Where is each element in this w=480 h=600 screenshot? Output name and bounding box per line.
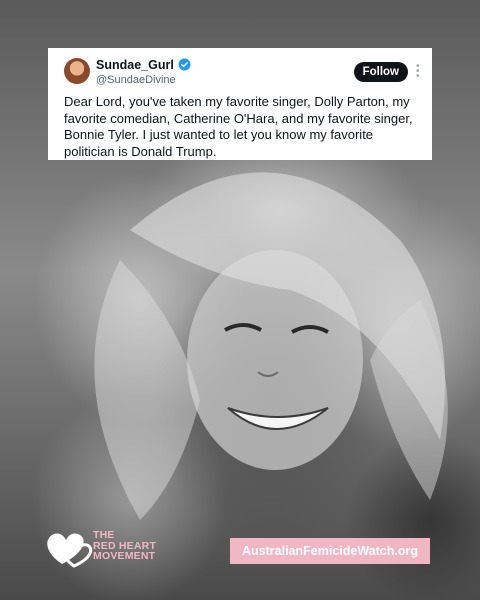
tweet-header: Sundae_Gurl @SundaeDivine Follow • • • bbox=[64, 56, 420, 90]
verified-badge-icon bbox=[178, 58, 191, 71]
avatar[interactable] bbox=[64, 58, 90, 84]
user-handle[interactable]: @SundaeDivine bbox=[96, 74, 176, 86]
follow-button[interactable]: Follow bbox=[353, 62, 408, 82]
tweet-text: Dear Lord, you've taken my favorite sing… bbox=[64, 94, 413, 159]
logo-line-3: MOVEMENT bbox=[93, 550, 156, 562]
logo-line-1: THE bbox=[93, 529, 115, 541]
website-badge[interactable]: AustralianFemicideWatch.org bbox=[230, 538, 430, 564]
more-icon[interactable]: • • • bbox=[416, 62, 420, 82]
tweet-card: Sundae_Gurl @SundaeDivine Follow • • • Dea… bbox=[48, 48, 432, 160]
logo-wordmark: THE RED HEART MOVEMENT bbox=[93, 530, 156, 562]
user-name[interactable]: Sundae_Gurl bbox=[96, 58, 174, 72]
